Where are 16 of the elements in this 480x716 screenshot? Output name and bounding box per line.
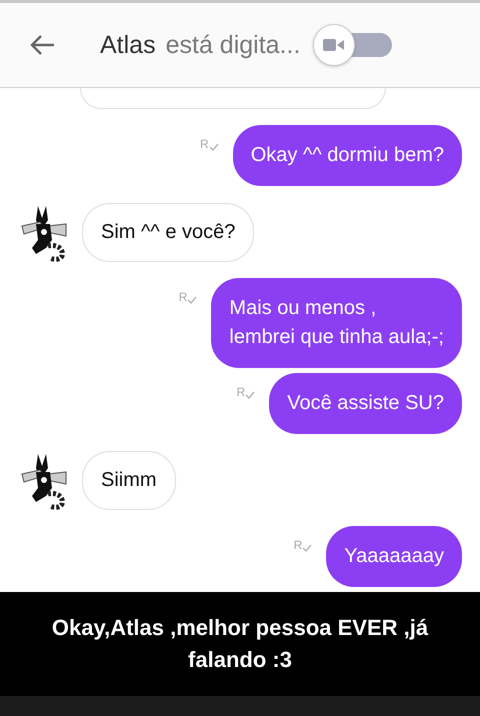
- read-receipt: R: [294, 538, 312, 552]
- read-receipt: R: [200, 137, 219, 151]
- caption: Okay,Atlas ,melhor pessoa EVER ,já falando :3: [50, 614, 430, 674]
- video-toggle[interactable]: [312, 23, 394, 67]
- message-bubble: Você assiste SU?: [269, 373, 462, 434]
- back-arrow-icon[interactable]: [30, 34, 56, 56]
- message-bubble: Siimm: [82, 450, 176, 510]
- contact-name: Atlas: [100, 30, 156, 60]
- typing-status: está digita...: [166, 30, 300, 60]
- message-bubble: Sim ^^ e você?: [82, 202, 254, 262]
- video-camera-icon: [323, 38, 346, 52]
- message-bubble: Yaaaaaaay: [326, 526, 462, 587]
- read-receipt: R: [178, 290, 198, 304]
- message-bubble: Mais ou menos , lembrei que tinha aula;-;: [211, 278, 462, 368]
- message-bubble: Okay ^^ dormiu bem?: [232, 125, 462, 186]
- read-receipt: R: [236, 385, 256, 399]
